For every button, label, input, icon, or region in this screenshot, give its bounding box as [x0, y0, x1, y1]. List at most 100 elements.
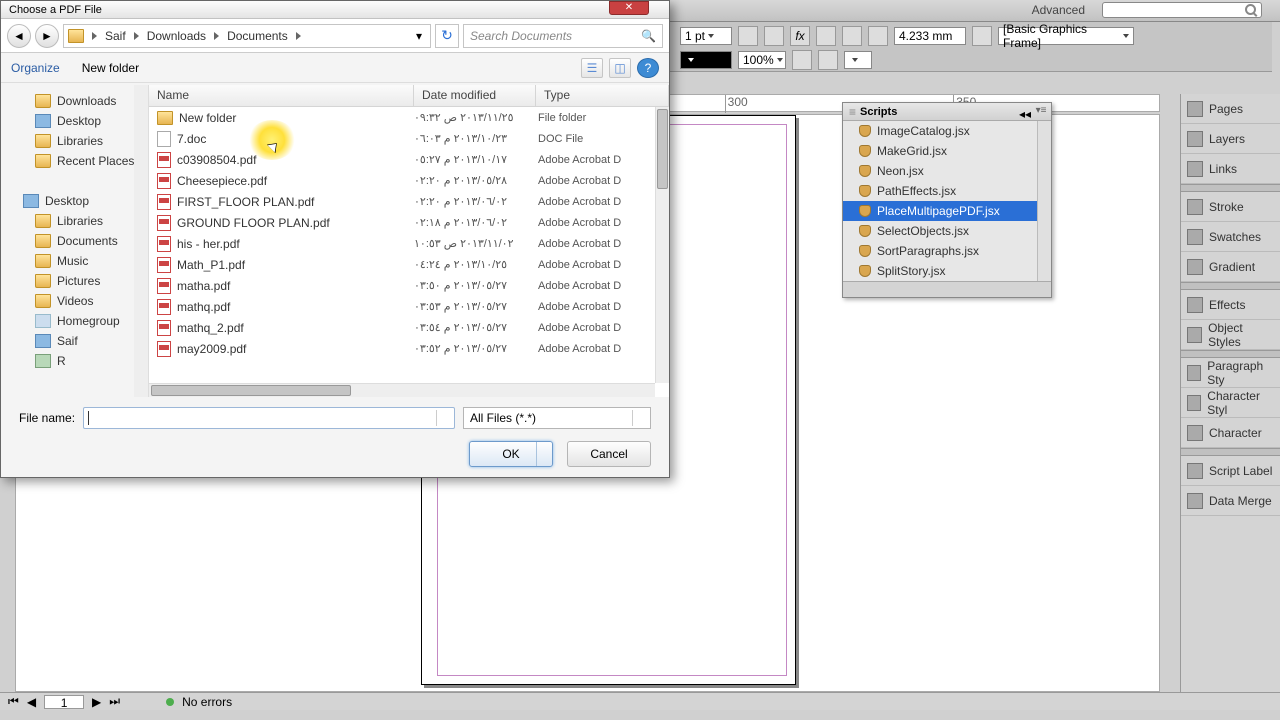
- view-mode-button[interactable]: ☰: [581, 58, 603, 78]
- crumb-documents[interactable]: Documents: [223, 29, 292, 43]
- dock-panel-gradient[interactable]: Gradient: [1181, 252, 1280, 282]
- page-first-icon[interactable]: ⏮: [8, 694, 19, 709]
- cancel-button[interactable]: Cancel: [567, 441, 651, 467]
- scripts-panel[interactable]: ≡ Scripts ◂◂ ▾≡ ImageCatalog.jsxMakeGrid…: [842, 102, 1052, 298]
- nav-forward-button[interactable]: ►: [35, 24, 59, 48]
- page-last-icon[interactable]: ⏭: [109, 694, 120, 709]
- align-1[interactable]: [792, 50, 812, 70]
- script-item[interactable]: SortParagraphs.jsx: [843, 241, 1051, 261]
- file-row[interactable]: Cheesepiece.pdf٢٠١٣/٠٥/٢٨ م ٠٢:٢٠Adobe A…: [149, 170, 655, 191]
- dock-panel-data-merge[interactable]: Data Merge: [1181, 486, 1280, 516]
- col-name-header[interactable]: Name: [149, 85, 414, 106]
- menu-advanced[interactable]: Advanced: [1032, 3, 1085, 17]
- file-row[interactable]: matha.pdf٢٠١٣/٠٥/٢٧ م ٠٣:٥٠Adobe Acrobat…: [149, 275, 655, 296]
- filename-dropdown-icon[interactable]: [436, 410, 452, 426]
- refresh-button[interactable]: ↻: [435, 24, 459, 48]
- dock-panel-paragraph-sty[interactable]: Paragraph Sty: [1181, 358, 1280, 388]
- tree-item[interactable]: Libraries: [1, 131, 148, 151]
- tree-item[interactable]: Desktop: [1, 191, 148, 211]
- tree-scrollbar[interactable]: [134, 85, 148, 397]
- file-row[interactable]: his - her.pdf٢٠١٣/١١/٠٢ ص ١٠:٥٣Adobe Acr…: [149, 233, 655, 254]
- stroke-weight-field[interactable]: 1 pt: [680, 27, 732, 45]
- file-row[interactable]: may2009.pdf٢٠١٣/٠٥/٢٧ م ٠٣:٥٢Adobe Acrob…: [149, 338, 655, 359]
- dock-panel-script-label[interactable]: Script Label: [1181, 456, 1280, 486]
- file-row[interactable]: Math_P1.pdf٢٠١٣/١٠/٢٥ م ٠٤:٢٤Adobe Acrob…: [149, 254, 655, 275]
- tree-item[interactable]: Downloads: [1, 91, 148, 111]
- list-hscrollbar[interactable]: [149, 383, 655, 397]
- file-row[interactable]: New folder٢٠١٣/١١/٢٥ ص ٠٩:٣٢File folder: [149, 107, 655, 128]
- file-list[interactable]: Name Date modified Type New folder٢٠١٣/١…: [149, 85, 669, 397]
- tree-item[interactable]: Videos: [1, 291, 148, 311]
- dock-panel-character-styl[interactable]: Character Styl: [1181, 388, 1280, 418]
- nav-back-button[interactable]: ◄: [7, 24, 31, 48]
- file-filter-dropdown[interactable]: All Files (*.*): [463, 407, 651, 429]
- fx-button[interactable]: fx: [790, 26, 810, 46]
- dock-panel-layers[interactable]: Layers: [1181, 124, 1280, 154]
- panel-menu-icon[interactable]: ▾≡: [1035, 105, 1047, 117]
- tree-item[interactable]: [1, 171, 148, 191]
- tree-item[interactable]: Recent Places: [1, 151, 148, 171]
- page-prev-icon[interactable]: ◀: [27, 695, 36, 709]
- script-item[interactable]: MakeGrid.jsx: [843, 141, 1051, 161]
- dock-panel-character[interactable]: Character: [1181, 418, 1280, 448]
- fill-swatch[interactable]: [680, 51, 732, 69]
- page-next-icon[interactable]: ▶: [92, 695, 101, 709]
- file-row[interactable]: 7.doc٢٠١٣/١٠/٢٣ م ٠٦:٠٣DOC File: [149, 128, 655, 149]
- zoom-field[interactable]: 100%: [738, 51, 786, 69]
- script-item[interactable]: ImageCatalog.jsx: [843, 121, 1051, 141]
- filename-input[interactable]: [83, 407, 455, 429]
- dock-panel-stroke[interactable]: Stroke: [1181, 192, 1280, 222]
- tree-item[interactable]: Libraries: [1, 211, 148, 231]
- line-style[interactable]: [844, 51, 872, 69]
- dock-panel-links[interactable]: Links: [1181, 154, 1280, 184]
- file-row[interactable]: mathq_2.pdf٢٠١٣/٠٥/٢٧ م ٠٣:٥٤Adobe Acrob…: [149, 317, 655, 338]
- measure-field[interactable]: 4.233 mm: [894, 27, 966, 45]
- file-row[interactable]: FIRST_FLOOR PLAN.pdf٢٠١٣/٠٦/٠٢ م ٠٢:٢٠Ad…: [149, 191, 655, 212]
- dialog-search-input[interactable]: Search Documents 🔍: [463, 24, 663, 48]
- preflight-status[interactable]: No errors: [182, 695, 232, 709]
- tree-item[interactable]: Pictures: [1, 271, 148, 291]
- app-search-input[interactable]: [1102, 2, 1262, 18]
- dock-panel-swatches[interactable]: Swatches: [1181, 222, 1280, 252]
- panel-minimize-icon[interactable]: ◂◂: [1019, 107, 1031, 121]
- breadcrumb[interactable]: Saif Downloads Documents ▾: [63, 24, 431, 48]
- list-vscrollbar[interactable]: [655, 107, 669, 383]
- crumb-saif[interactable]: Saif: [101, 29, 130, 43]
- tree-item[interactable]: Desktop: [1, 111, 148, 131]
- new-folder-button[interactable]: New folder: [82, 61, 139, 75]
- tree-item[interactable]: R: [1, 351, 148, 371]
- script-item[interactable]: Neon.jsx: [843, 161, 1051, 181]
- ctrl-btn-2[interactable]: [764, 26, 784, 46]
- col-date-header[interactable]: Date modified: [414, 85, 536, 106]
- dock-panel-object-styles[interactable]: Object Styles: [1181, 320, 1280, 350]
- help-button[interactable]: ?: [637, 58, 659, 78]
- dock-panel-effects[interactable]: Effects: [1181, 290, 1280, 320]
- file-row[interactable]: mathq.pdf٢٠١٣/٠٥/٢٧ م ٠٣:٥٣Adobe Acrobat…: [149, 296, 655, 317]
- script-item[interactable]: PlaceMultipagePDF.jsx: [843, 201, 1051, 221]
- organize-button[interactable]: Organize: [11, 61, 64, 75]
- text-wrap-3[interactable]: [868, 26, 888, 46]
- folder-tree[interactable]: DownloadsDesktopLibrariesRecent PlacesDe…: [1, 85, 149, 397]
- dock-panel-pages[interactable]: Pages: [1181, 94, 1280, 124]
- dialog-close-button[interactable]: ✕: [609, 1, 649, 15]
- script-item[interactable]: SelectObjects.jsx: [843, 221, 1051, 241]
- script-item[interactable]: SplitStory.jsx: [843, 261, 1051, 281]
- file-row[interactable]: GROUND FLOOR PLAN.pdf٢٠١٣/٠٦/٠٢ م ٠٢:١٨A…: [149, 212, 655, 233]
- tree-item[interactable]: Saif: [1, 331, 148, 351]
- ok-button[interactable]: OK: [469, 441, 553, 467]
- tree-item[interactable]: Documents: [1, 231, 148, 251]
- col-type-header[interactable]: Type: [536, 85, 669, 106]
- ctrl-btn-4[interactable]: [972, 26, 992, 46]
- tree-item[interactable]: Homegroup: [1, 311, 148, 331]
- ok-split-icon[interactable]: [536, 442, 552, 466]
- ctrl-btn-1[interactable]: [738, 26, 758, 46]
- text-wrap-1[interactable]: [816, 26, 836, 46]
- page-number-field[interactable]: 1: [44, 695, 84, 709]
- text-wrap-2[interactable]: [842, 26, 862, 46]
- preview-pane-button[interactable]: ◫: [609, 58, 631, 78]
- file-row[interactable]: c03908504.pdf٢٠١٣/١٠/١٧ م ٠٥:٢٧Adobe Acr…: [149, 149, 655, 170]
- tree-item[interactable]: Music: [1, 251, 148, 271]
- scripts-scrollbar[interactable]: [1037, 121, 1051, 281]
- crumb-downloads[interactable]: Downloads: [143, 29, 210, 43]
- object-style-dropdown[interactable]: [Basic Graphics Frame]: [998, 27, 1134, 45]
